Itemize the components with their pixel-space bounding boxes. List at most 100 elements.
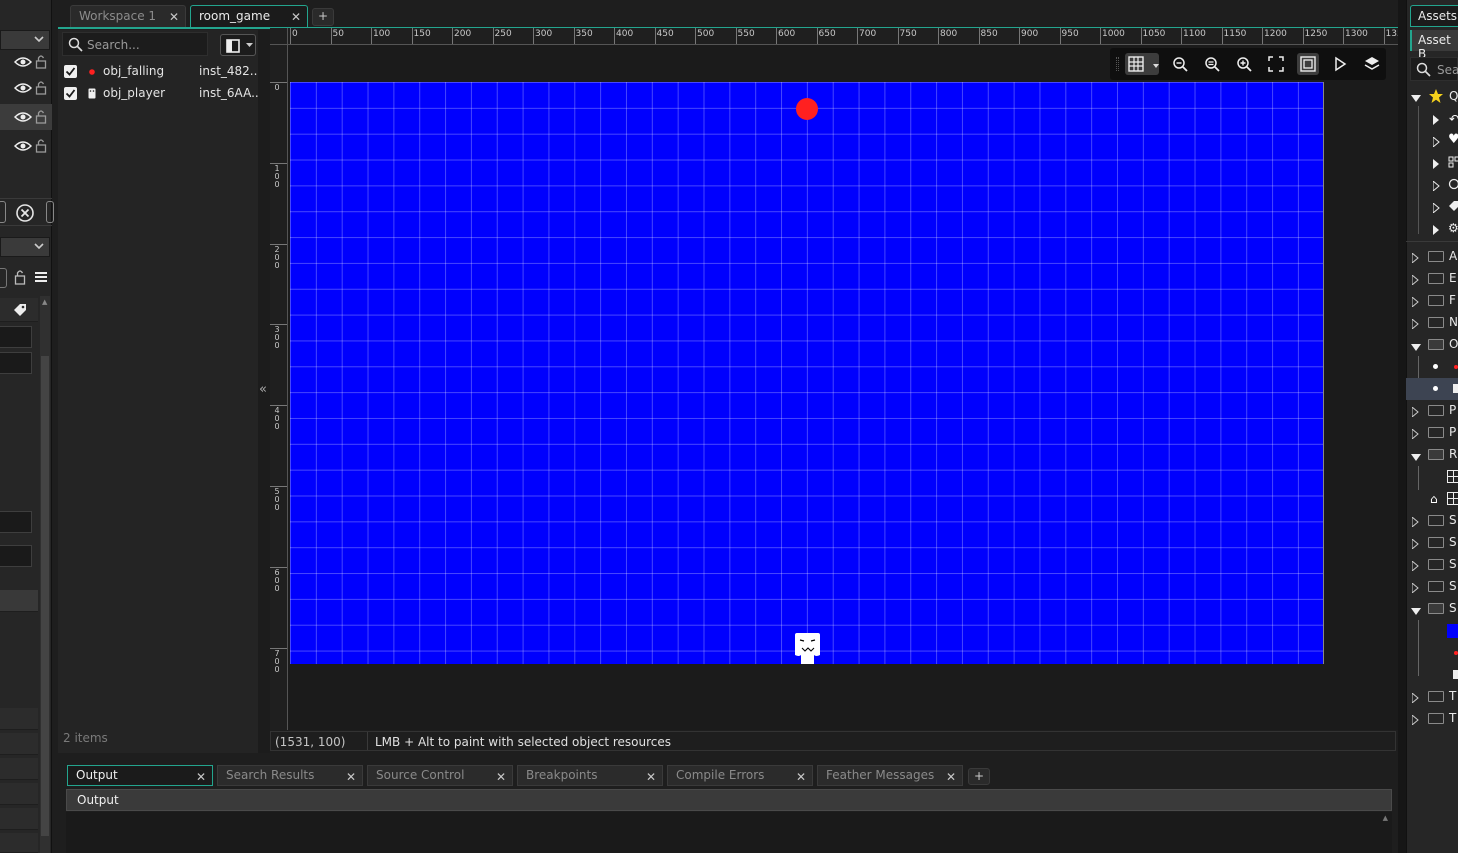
close-icon[interactable]: ✕ (796, 770, 806, 784)
asset-folder[interactable]: A (1406, 246, 1458, 268)
property-row[interactable] (0, 758, 38, 780)
caret-right-icon[interactable] (1411, 427, 1419, 442)
caret-right-icon[interactable] (1411, 405, 1419, 420)
add-tab-button[interactable]: + (312, 8, 334, 26)
asset-quick-item[interactable]: ↶ (1406, 108, 1458, 130)
caret-right-icon[interactable] (1411, 713, 1419, 728)
instance-row[interactable]: obj_falling inst_482... (62, 62, 261, 82)
instance-search-input[interactable]: Search... (62, 32, 208, 56)
layers-toggle-button[interactable] (1361, 53, 1383, 75)
property-field[interactable] (0, 511, 32, 533)
output-log[interactable]: ▲ (66, 812, 1392, 853)
asset-item-sprite-background[interactable] (1406, 620, 1458, 642)
asset-item-room[interactable] (1406, 466, 1458, 488)
close-icon[interactable]: ✕ (646, 770, 656, 784)
tab-feather-messages[interactable]: Feather Messages ✕ (817, 765, 963, 786)
play-button[interactable] (1329, 53, 1351, 75)
asset-folder[interactable]: S (1406, 532, 1458, 554)
property-field[interactable] (0, 545, 32, 567)
asset-item-obj-falling[interactable] (1406, 356, 1458, 378)
toggle-partial[interactable] (0, 268, 7, 288)
lock-icon[interactable] (35, 138, 47, 153)
property-row[interactable] (0, 808, 38, 830)
caret-right-icon[interactable] (1411, 581, 1419, 596)
tab-compile-errors[interactable]: Compile Errors ✕ (667, 765, 813, 786)
asset-quick-item[interactable]: ⚙ (1406, 218, 1458, 240)
property-row[interactable] (0, 783, 38, 805)
asset-folder[interactable]: F (1406, 290, 1458, 312)
caret-right-icon[interactable] (1411, 317, 1419, 332)
asset-folder[interactable]: P (1406, 422, 1458, 444)
caret-right-icon[interactable] (1411, 691, 1419, 706)
tab-assets[interactable]: Assets (1410, 5, 1458, 27)
lock-icon[interactable] (35, 80, 47, 95)
property-row[interactable] (0, 733, 38, 755)
caret-down-icon[interactable] (1411, 451, 1421, 465)
toolbar-grip[interactable] (1116, 57, 1119, 71)
caret-down-icon[interactable] (1411, 341, 1421, 355)
instance-row[interactable]: obj_player inst_6AA... (62, 84, 263, 104)
lock-icon[interactable] (14, 269, 26, 285)
instance-checkbox[interactable] (64, 65, 77, 78)
caret-right-icon[interactable] (1433, 158, 1440, 172)
close-icon[interactable]: ✕ (946, 770, 956, 784)
delete-layer-icon[interactable] (15, 203, 35, 223)
caret-right-icon[interactable] (1411, 559, 1419, 574)
left-scrollbar-track[interactable]: ▲ (40, 296, 50, 853)
close-icon[interactable]: ✕ (496, 770, 506, 784)
caret-right-icon[interactable] (1411, 273, 1419, 288)
caret-down-icon[interactable] (1411, 92, 1421, 106)
eye-icon[interactable] (14, 82, 32, 94)
tab-source-control[interactable]: Source Control ✕ (367, 765, 513, 786)
player-instance[interactable] (794, 633, 821, 664)
caret-right-icon[interactable] (1411, 251, 1419, 266)
asset-item-sprite-falling[interactable] (1406, 642, 1458, 664)
scroll-up-icon[interactable]: ▲ (1383, 814, 1388, 822)
scroll-up-icon[interactable]: ▲ (42, 298, 47, 306)
asset-folder[interactable]: S (1406, 554, 1458, 576)
caret-right-icon[interactable] (1411, 537, 1419, 552)
asset-folder[interactable]: S (1406, 576, 1458, 598)
asset-folder-objects[interactable]: O (1406, 334, 1458, 356)
tab-workspace[interactable]: Workspace 1 ✕ (70, 5, 186, 27)
caret-right-icon[interactable] (1432, 135, 1440, 150)
add-output-tab-button[interactable]: + (968, 768, 990, 785)
asset-folder[interactable]: T (1406, 686, 1458, 708)
property-field[interactable] (0, 326, 32, 348)
close-icon[interactable]: ✕ (291, 10, 301, 24)
tab-breakpoints[interactable]: Breakpoints ✕ (517, 765, 663, 786)
zoom-in-button[interactable] (1233, 53, 1255, 75)
caret-right-icon[interactable] (1432, 201, 1440, 216)
close-icon[interactable]: ✕ (169, 10, 179, 24)
zoom-out-button[interactable] (1169, 53, 1191, 75)
asset-group-quick-access[interactable]: Q (1406, 86, 1458, 108)
menu-icon[interactable] (34, 271, 48, 283)
layer-row[interactable] (0, 133, 52, 159)
asset-folder-sprites[interactable]: S (1406, 598, 1458, 620)
asset-folder[interactable]: T (1406, 708, 1458, 730)
caret-right-icon[interactable] (1411, 295, 1419, 310)
caret-right-icon[interactable] (1433, 224, 1440, 238)
tab-output[interactable]: Output ✕ (67, 765, 213, 786)
instance-checkbox[interactable] (64, 87, 77, 100)
tag-icon[interactable] (13, 303, 27, 317)
asset-folder[interactable]: E (1406, 268, 1458, 290)
lock-icon[interactable] (35, 54, 47, 69)
eye-icon[interactable] (14, 111, 32, 123)
property-row[interactable] (0, 708, 38, 730)
tab-room-game[interactable]: room_game ✕ (190, 5, 308, 27)
panel-splitter[interactable]: « (258, 30, 270, 753)
eye-icon[interactable] (14, 140, 32, 152)
asset-item-sprite-player[interactable] (1406, 664, 1458, 686)
eye-icon[interactable] (14, 56, 32, 68)
asset-browser-tab[interactable]: Asset B (1410, 30, 1458, 61)
property-field[interactable] (0, 352, 32, 374)
layer-row-selected[interactable] (0, 104, 52, 130)
frame-toggle-button[interactable] (1297, 53, 1319, 75)
properties-dropdown[interactable] (0, 237, 50, 257)
property-row[interactable] (0, 833, 38, 853)
fit-view-button[interactable] (1265, 53, 1287, 75)
layer-dropdown[interactable] (0, 30, 50, 50)
falling-instance[interactable] (796, 98, 818, 120)
asset-item-obj-player[interactable] (1406, 378, 1458, 400)
